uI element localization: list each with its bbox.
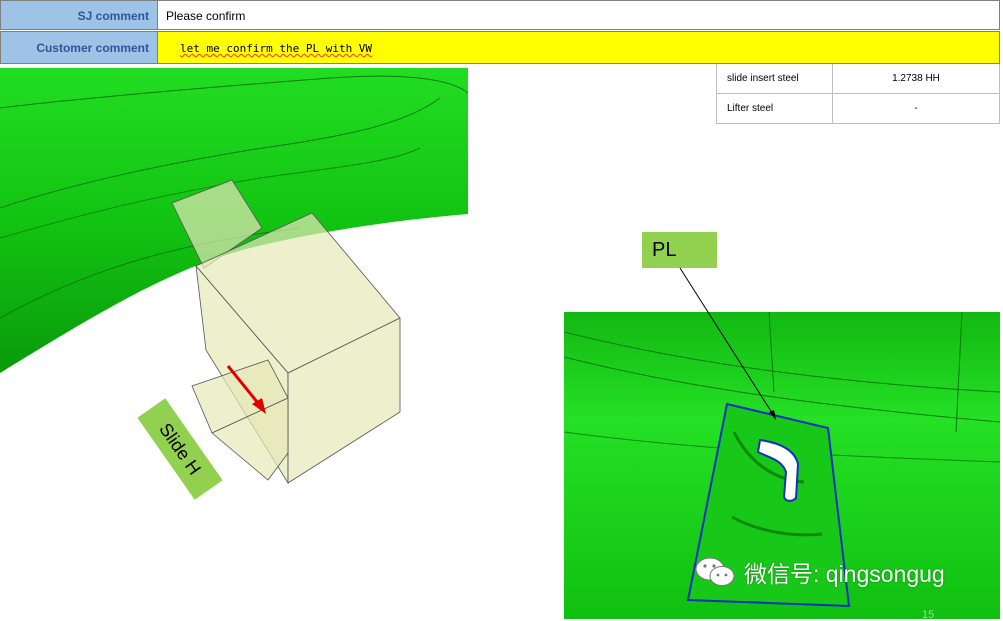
slide-3d-view [0, 68, 468, 485]
customer-comment-value: let me confirm the PL with VW [158, 31, 1000, 64]
watermark-text: 微信号: qingsongug [744, 561, 945, 587]
steel-value-cell: - [833, 94, 1000, 124]
customer-comment-label: Customer comment [0, 31, 158, 64]
watermark: 微信号: qingsongug [694, 552, 945, 592]
steel-value-cell: 1.2738 HH [833, 64, 1000, 94]
steel-table: slide insert steel 1.2738 HH Lifter stee… [716, 64, 1000, 124]
steel-name-cell: slide insert steel [716, 64, 833, 94]
page-number: 15 [922, 609, 935, 621]
customer-comment-row: Customer comment let me confirm the PL w… [0, 30, 1000, 64]
sj-comment-row: SJ comment Please confirm [0, 0, 1000, 31]
sj-comment-value: Please confirm [158, 0, 1000, 30]
pl-leader-line [679, 267, 776, 420]
steel-name-cell: Lifter steel [716, 94, 833, 124]
sj-comment-label: SJ comment [0, 0, 158, 30]
customer-comment-text: let me confirm the PL with VW [180, 42, 373, 55]
wechat-icon [695, 557, 735, 586]
